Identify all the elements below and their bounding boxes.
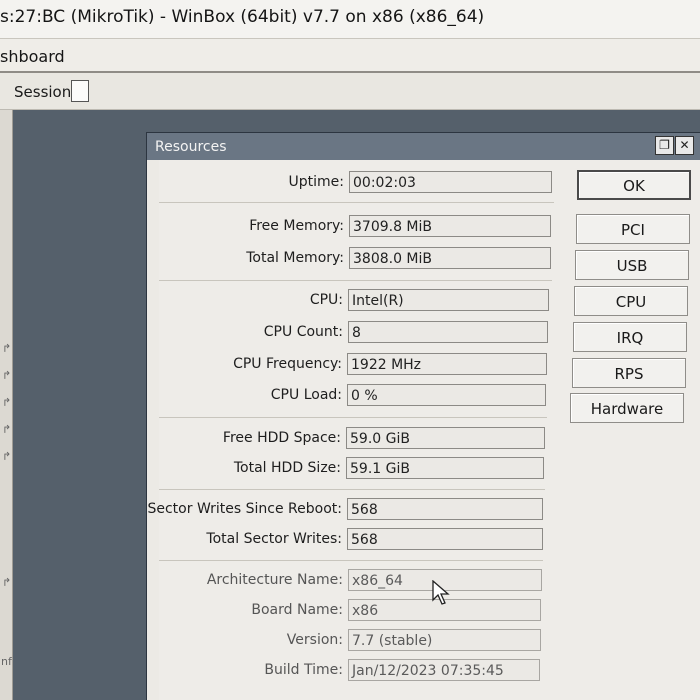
dashboard-label[interactable]: shboard — [0, 47, 65, 66]
submenu-arrow-icon[interactable]: ↱ — [2, 396, 11, 409]
uptime-field[interactable]: 00:02:03 — [349, 171, 552, 193]
free-memory-label: Free Memory: — [249, 218, 344, 234]
pci-button[interactable]: PCI — [576, 214, 690, 244]
irq-button[interactable]: IRQ — [573, 322, 687, 352]
cpu-load-label: CPU Load: — [270, 387, 342, 403]
board-name-label: Board Name: — [251, 602, 343, 618]
main-titlebar: s:27:BC (MikroTik) - WinBox (64bit) v7.7… — [0, 0, 700, 39]
cpu-frequency-label: CPU Frequency: — [233, 356, 342, 372]
total-hdd-field[interactable]: 59.1 GiB — [346, 457, 544, 479]
total-memory-label: Total Memory: — [246, 250, 344, 266]
ok-button[interactable]: OK — [577, 170, 691, 200]
separator — [159, 560, 543, 561]
rps-button[interactable]: RPS — [572, 358, 686, 388]
submenu-arrow-icon[interactable]: ↱ — [2, 423, 11, 436]
resources-dialog: Resources ❐ ✕ Uptime: 00:02:03 Free Memo… — [146, 132, 700, 700]
submenu-arrow-icon[interactable]: ↱ — [2, 342, 11, 355]
winbox-screen: s:27:BC (MikroTik) - WinBox (64bit) v7.7… — [0, 0, 700, 700]
mouse-cursor-icon — [432, 580, 450, 605]
submenu-arrow-icon[interactable]: ↱ — [2, 369, 11, 382]
free-hdd-field[interactable]: 59.0 GiB — [346, 427, 545, 449]
submenu-arrow-icon[interactable]: ↱ — [2, 576, 11, 589]
toolbar: Session: — [0, 73, 700, 110]
uptime-label: Uptime: — [288, 174, 344, 190]
dashboard-bar: shboard — [0, 39, 700, 73]
version-label: Version: — [286, 632, 343, 648]
total-memory-field[interactable]: 3808.0 MiB — [349, 247, 551, 269]
dialog-title: Resources — [155, 139, 227, 155]
dialog-titlebar[interactable]: Resources ❐ ✕ — [147, 133, 700, 160]
total-hdd-label: Total HDD Size: — [233, 460, 341, 476]
restore-icon[interactable]: ❐ — [655, 136, 674, 155]
cpu-field[interactable]: Intel(R) — [348, 289, 549, 311]
left-menu-strip: ↱ ↱ ↱ ↱ ↱ ↱ — [0, 110, 13, 700]
sector-writes-reboot-label: Sector Writes Since Reboot: — [147, 501, 342, 517]
free-hdd-label: Free HDD Space: — [222, 430, 341, 446]
build-time-label: Build Time: — [264, 662, 343, 678]
free-memory-field[interactable]: 3709.8 MiB — [349, 215, 551, 237]
cpu-label: CPU: — [309, 292, 343, 308]
separator — [159, 417, 547, 418]
total-sector-writes-field[interactable]: 568 — [347, 528, 543, 550]
left-menu-label[interactable]: nf — [1, 655, 12, 668]
hardware-button[interactable]: Hardware — [570, 393, 684, 423]
session-label: Session: — [14, 83, 77, 101]
separator — [159, 280, 552, 281]
cpu-frequency-field[interactable]: 1922 MHz — [347, 353, 547, 375]
separator — [159, 202, 554, 203]
cpu-count-field[interactable]: 8 — [348, 321, 548, 343]
sector-writes-reboot-field[interactable]: 568 — [347, 498, 543, 520]
version-field[interactable]: 7.7 (stable) — [348, 629, 541, 651]
cpu-load-field[interactable]: 0 % — [347, 384, 546, 406]
usb-button[interactable]: USB — [575, 250, 689, 280]
dialog-body: Uptime: 00:02:03 Free Memory: 3709.8 MiB… — [147, 160, 700, 700]
cpu-button[interactable]: CPU — [574, 286, 688, 316]
submenu-arrow-icon[interactable]: ↱ — [2, 450, 11, 463]
architecture-label: Architecture Name: — [206, 572, 343, 588]
build-time-field[interactable]: Jan/12/2023 07:35:45 — [348, 659, 540, 681]
cpu-count-label: CPU Count: — [263, 324, 343, 340]
session-input[interactable] — [71, 80, 89, 102]
total-sector-writes-label: Total Sector Writes: — [206, 531, 342, 547]
main-window-title: s:27:BC (MikroTik) - WinBox (64bit) v7.7… — [0, 7, 485, 27]
close-icon[interactable]: ✕ — [675, 136, 694, 155]
separator — [159, 489, 545, 490]
